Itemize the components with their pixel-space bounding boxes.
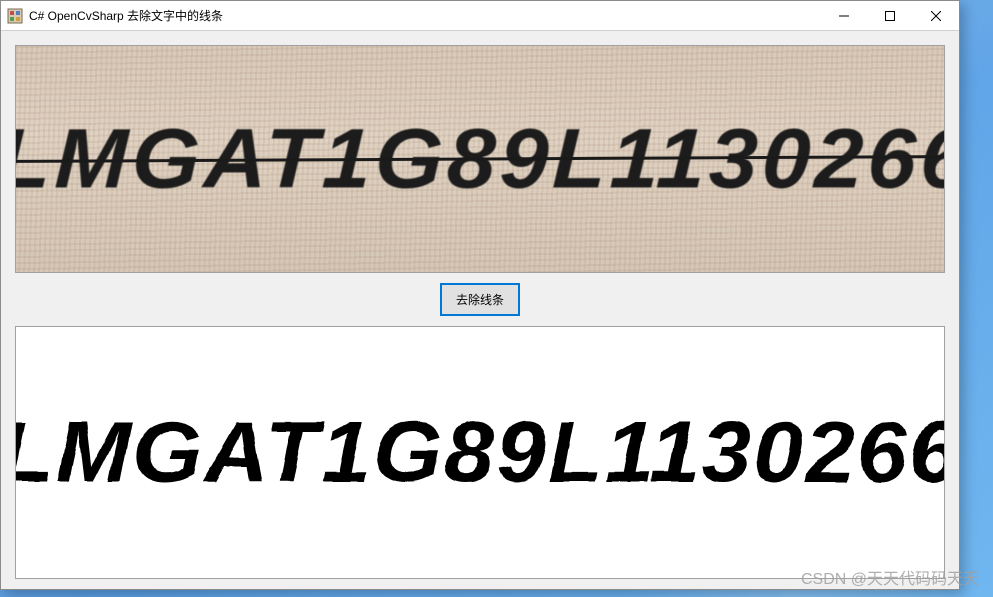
source-image: LMGAT1G89L1130266 [16, 46, 944, 272]
source-image-panel: LMGAT1G89L1130266 [15, 45, 945, 273]
window-title: C# OpenCvSharp 去除文字中的线条 [29, 7, 223, 24]
minimize-button[interactable] [821, 1, 867, 30]
remove-lines-button[interactable]: 去除线条 [440, 283, 520, 316]
titlebar[interactable]: C# OpenCvSharp 去除文字中的线条 [1, 1, 959, 31]
window-controls [821, 1, 959, 30]
output-image-panel: LMGAT1G89L1130266 [15, 326, 945, 579]
app-window: C# OpenCvSharp 去除文字中的线条 LMGAT1G89L113026… [0, 0, 960, 590]
client-area: LMGAT1G89L1130266 去除线条 LMGAT1G89L1130266 [1, 31, 959, 589]
source-text: LMGAT1G89L1130266 [15, 111, 945, 208]
output-text: LMGAT1G89L1130266 [15, 403, 945, 502]
close-button[interactable] [913, 1, 959, 30]
maximize-button[interactable] [867, 1, 913, 30]
app-icon [7, 8, 23, 24]
button-row: 去除线条 [15, 283, 945, 316]
